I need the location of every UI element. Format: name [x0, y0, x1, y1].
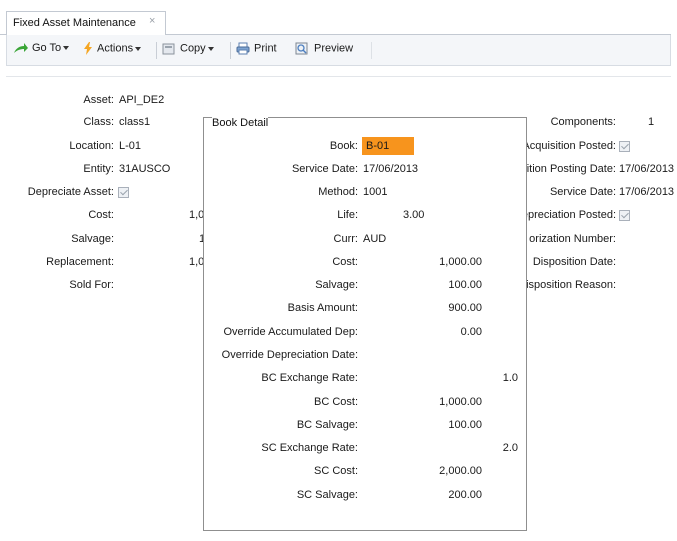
goto-button[interactable]: Go To	[13, 42, 70, 54]
toolbar-separator	[230, 42, 231, 59]
sold-for-label: Sold For:	[69, 279, 114, 291]
sc-cost-label: SC Cost:	[313, 465, 358, 477]
method-label: Method:	[318, 186, 358, 198]
authorization-number-label: orization Number:	[529, 233, 616, 245]
cost-value[interactable]: 1,0	[189, 209, 204, 221]
print-icon	[236, 42, 250, 55]
toolbar-separator	[371, 42, 372, 59]
sc-exchange-rate-value[interactable]: 2.0	[474, 442, 518, 454]
depreciation-posted-checkbox[interactable]	[619, 210, 630, 221]
toolbar: Go To Actions Copy Print Preview	[6, 35, 671, 66]
cost-label: Cost:	[88, 209, 114, 221]
location-label: Location:	[69, 140, 114, 152]
acquisition-posting-date-value[interactable]: 17/06/2013	[619, 163, 674, 175]
class-value[interactable]: class1	[119, 116, 150, 128]
salvage-label: Salvage:	[71, 233, 114, 245]
entity-label: Entity:	[83, 163, 114, 175]
bc-cost-label: BC Cost:	[313, 396, 358, 408]
preview-button[interactable]: Preview	[295, 42, 353, 55]
bc-exchange-rate-value[interactable]: 1.0	[474, 372, 518, 384]
basis-amount-label: Basis Amount:	[287, 302, 358, 314]
replacement-value[interactable]: 1,0	[189, 256, 204, 268]
asset-label: Asset:	[83, 94, 114, 106]
override-accumulated-dep-label: Override Accumulated Dep:	[223, 326, 358, 338]
basis-amount-value[interactable]: 900.00	[414, 302, 482, 314]
print-label: Print	[254, 42, 277, 55]
chevron-down-icon	[135, 46, 142, 51]
service-date-label: Service Date:	[549, 186, 616, 198]
book-value[interactable]: B-01	[362, 137, 414, 155]
depreciate-asset-checkbox[interactable]	[118, 187, 129, 198]
tab-strip: Fixed Asset Maintenance ×	[0, 0, 677, 36]
depreciate-asset-label: Depreciate Asset:	[27, 186, 114, 198]
life-value[interactable]: 3.00	[403, 209, 424, 221]
chevron-down-icon	[63, 46, 70, 51]
depreciation-posted-label: epreciation Posted:	[521, 209, 616, 221]
asset-value[interactable]: API_DE2	[119, 94, 164, 106]
copy-button[interactable]: Copy	[162, 42, 214, 55]
chevron-down-icon	[207, 46, 214, 51]
goto-label: Go To	[32, 42, 62, 54]
sc-exchange-rate-label: SC Exchange Rate:	[261, 442, 358, 454]
components-label: Components:	[550, 116, 616, 128]
curr-label: Curr:	[333, 233, 358, 245]
tab-title: Fixed Asset Maintenance	[13, 17, 136, 29]
bd-salvage-value[interactable]: 100.00	[414, 279, 482, 291]
disposition-date-label: Disposition Date:	[532, 256, 616, 268]
override-accumulated-dep-value[interactable]: 0.00	[414, 326, 482, 338]
toolbar-separator	[156, 42, 157, 59]
service-date-value[interactable]: 17/06/2013	[619, 186, 674, 198]
bd-service-date-label: Service Date:	[291, 163, 358, 175]
bc-cost-value[interactable]: 1,000.00	[414, 396, 482, 408]
sc-salvage-label: SC Salvage:	[296, 489, 358, 501]
acquisition-posted-label: Acquisition Posted:	[522, 140, 616, 152]
book-detail-panel: Book Detail Book: B-01 Service Date: 17/…	[203, 117, 527, 531]
book-label: Book:	[329, 140, 358, 152]
class-label: Class:	[83, 116, 114, 128]
lightning-icon	[84, 42, 92, 55]
method-value[interactable]: 1001	[363, 186, 387, 198]
override-depreciation-date-label: Override Depreciation Date:	[221, 349, 358, 361]
book-detail-title: Book Detail	[212, 117, 269, 129]
copy-icon	[162, 43, 175, 55]
bd-cost-label: Cost:	[332, 256, 358, 268]
actions-button[interactable]: Actions	[83, 42, 142, 55]
location-value[interactable]: L-01	[119, 140, 141, 152]
tab-fixed-asset-maintenance[interactable]: Fixed Asset Maintenance ×	[6, 11, 166, 35]
bd-cost-value[interactable]: 1,000.00	[414, 256, 482, 268]
disposition-reason-label: isposition Reason:	[526, 279, 616, 291]
acquisition-posted-checkbox[interactable]	[619, 141, 630, 152]
bc-exchange-rate-label: BC Exchange Rate:	[261, 372, 358, 384]
bc-salvage-label: BC Salvage:	[296, 419, 358, 431]
close-icon[interactable]: ×	[149, 15, 155, 27]
preview-label: Preview	[314, 42, 354, 55]
print-button[interactable]: Print	[236, 42, 277, 55]
sc-cost-value[interactable]: 2,000.00	[414, 465, 482, 477]
curr-value[interactable]: AUD	[363, 233, 386, 245]
actions-label: Actions	[97, 42, 134, 55]
bc-salvage-value[interactable]: 100.00	[414, 419, 482, 431]
sc-salvage-value[interactable]: 200.00	[414, 489, 482, 501]
copy-label: Copy	[180, 42, 206, 55]
entity-value[interactable]: 31AUSCO	[119, 163, 170, 175]
preview-icon	[295, 42, 308, 55]
bd-service-date-value[interactable]: 17/06/2013	[363, 163, 418, 175]
replacement-label: Replacement:	[46, 256, 114, 268]
bd-salvage-label: Salvage:	[315, 279, 358, 291]
acquisition-posting-date-label: ition Posting Date:	[526, 163, 616, 175]
life-label: Life:	[337, 209, 358, 221]
goto-arrow-icon	[14, 43, 28, 54]
components-value[interactable]: 1	[648, 116, 654, 128]
